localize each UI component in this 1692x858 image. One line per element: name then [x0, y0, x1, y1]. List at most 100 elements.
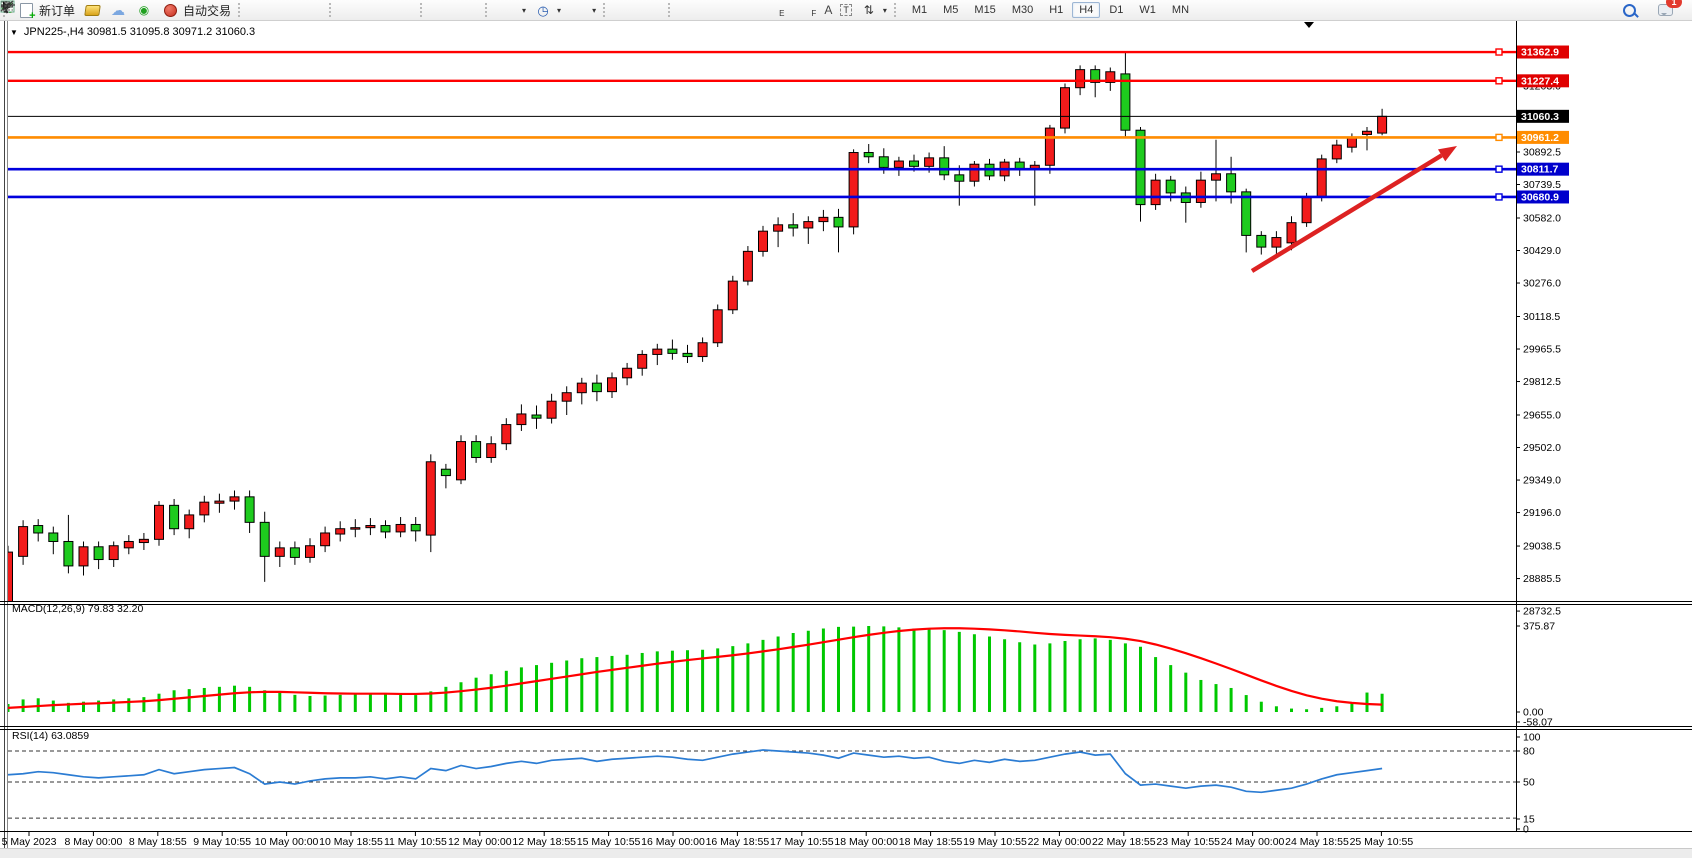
bear-candle: [955, 175, 964, 181]
bull-candle: [925, 158, 934, 167]
toolbar-grip[interactable]: [668, 3, 675, 17]
timeframe-H4[interactable]: H4: [1072, 2, 1100, 18]
bear-candle: [789, 225, 798, 228]
toolbar-grip[interactable]: [238, 3, 245, 17]
timeframe-bar: M1M5M15M30H1H4D1W1MN: [904, 2, 1197, 18]
line-handle[interactable]: [1496, 78, 1502, 84]
svg-text:31060.3: 31060.3: [1521, 111, 1559, 123]
line-handle[interactable]: [1496, 49, 1502, 55]
crosshair-tool-button[interactable]: [639, 1, 665, 19]
bull-candle: [698, 343, 707, 357]
bull-candle: [1287, 223, 1296, 243]
bull-candle: [1302, 197, 1311, 223]
price-badge: 30961.2: [1517, 131, 1569, 144]
chart-shift-button[interactable]: [456, 1, 482, 19]
timeframe-M5[interactable]: M5: [936, 2, 965, 18]
text-tool-letter: A: [824, 3, 832, 17]
line-chart-button[interactable]: [300, 1, 326, 19]
bull-candle: [139, 539, 148, 542]
price-tick-label: 29502.0: [1523, 442, 1561, 454]
templates-button[interactable]: ▾: [565, 1, 600, 19]
bull-candle: [517, 414, 526, 425]
bull-candle: [849, 153, 858, 227]
gold-bar-icon: [83, 2, 101, 18]
timeframe-D1[interactable]: D1: [1102, 2, 1130, 18]
price-tick-label: 30892.5: [1523, 146, 1561, 158]
toolbar-grip[interactable]: [329, 3, 336, 17]
timeframe-H1[interactable]: H1: [1042, 2, 1070, 18]
channel-tool[interactable]: E: [756, 1, 788, 19]
notifications-button[interactable]: 1: [1652, 1, 1678, 19]
macd-indicator-label: MACD(12,26,9) 79.83 32.20: [12, 603, 143, 615]
price-tick-label: 29349.0: [1523, 475, 1561, 487]
time-tick-label: 10 May 18:55: [319, 836, 383, 848]
indicators-button[interactable]: ▾: [495, 1, 530, 19]
time-tick-label: 25 May 10:55: [1350, 836, 1414, 848]
autotrading-button[interactable]: 自动交易: [157, 1, 235, 20]
zoom-out-button[interactable]: [365, 1, 391, 19]
timeframe-MN[interactable]: MN: [1165, 2, 1196, 18]
vertical-line-tool[interactable]: [678, 1, 704, 19]
signal-icon: ◉: [135, 2, 153, 18]
line-handle[interactable]: [1496, 194, 1502, 200]
community-button[interactable]: ☁: [105, 1, 131, 19]
arrows-tool[interactable]: ⇅ ▾: [856, 1, 891, 19]
rsi-axis-label: 0: [1523, 824, 1529, 836]
line-handle[interactable]: [1496, 134, 1502, 140]
bull-candle: [124, 541, 133, 547]
horizontal-line-tool[interactable]: [704, 1, 730, 19]
time-tick-label: 15 May 10:55: [577, 836, 641, 848]
timeframe-M30[interactable]: M30: [1005, 2, 1040, 18]
bull-candle: [623, 368, 632, 378]
chat-bubble-icon: 1: [1656, 2, 1674, 18]
bar-chart-button[interactable]: [248, 1, 274, 19]
text-tool[interactable]: A: [820, 2, 836, 18]
macd-axis-label: 375.87: [1523, 621, 1555, 633]
trendline-tool[interactable]: [730, 1, 756, 19]
time-tick-label: 12 May 00:00: [448, 836, 512, 848]
bear-candle: [472, 442, 481, 458]
chart-dropdown-icon[interactable]: ▼: [10, 28, 18, 37]
tile-windows-button[interactable]: [391, 1, 417, 19]
time-tick-label: 18 May 00:00: [834, 836, 898, 848]
cursor-tool-button[interactable]: [613, 1, 639, 19]
bear-candle: [834, 217, 843, 227]
chart-canvas[interactable]: 31203.030892.530739.530582.030429.030276…: [0, 0, 1692, 858]
bull-candle: [1045, 128, 1054, 165]
candlestick-button[interactable]: [274, 1, 300, 19]
bull-candle: [396, 524, 405, 531]
price-badge: 30811.7: [1517, 163, 1569, 176]
text-label-tool[interactable]: T: [836, 3, 856, 17]
autotrading-icon: [161, 2, 179, 18]
timeframe-M1[interactable]: M1: [905, 2, 934, 18]
toolbar-grip[interactable]: [894, 3, 901, 17]
toolbar-grip[interactable]: [485, 3, 492, 17]
time-tick-label: 17 May 10:55: [770, 836, 834, 848]
tile-windows-icon: [395, 2, 413, 18]
time-tick-label: 12 May 18:55: [512, 836, 576, 848]
bull-candle: [1317, 159, 1326, 197]
periods-button[interactable]: ◷ ▾: [530, 1, 565, 19]
fibonacci-tool[interactable]: F: [788, 1, 820, 19]
bear-candle: [441, 469, 450, 475]
timeframe-W1[interactable]: W1: [1132, 2, 1163, 18]
search-button[interactable]: [1616, 1, 1642, 19]
zoom-in-button[interactable]: [339, 1, 365, 19]
bull-candle: [275, 548, 284, 557]
toolbar-grip[interactable]: [603, 3, 610, 17]
zoom-in-icon: [343, 2, 361, 18]
auto-scroll-icon: [434, 2, 452, 18]
bull-candle: [1196, 180, 1205, 202]
toolbar-grip[interactable]: [420, 3, 427, 17]
bull-candle: [1212, 174, 1221, 180]
new-order-button[interactable]: 新订单: [13, 1, 79, 20]
styler-button[interactable]: [79, 1, 105, 19]
trendline-icon: [734, 2, 752, 18]
line-handle[interactable]: [1496, 166, 1502, 172]
bull-candle: [1061, 88, 1070, 128]
timeframe-M15[interactable]: M15: [967, 2, 1002, 18]
bear-candle: [260, 522, 269, 556]
signals-button[interactable]: ◉: [131, 1, 157, 19]
chart-shift-icon: [460, 2, 478, 18]
auto-scroll-button[interactable]: [430, 1, 456, 19]
